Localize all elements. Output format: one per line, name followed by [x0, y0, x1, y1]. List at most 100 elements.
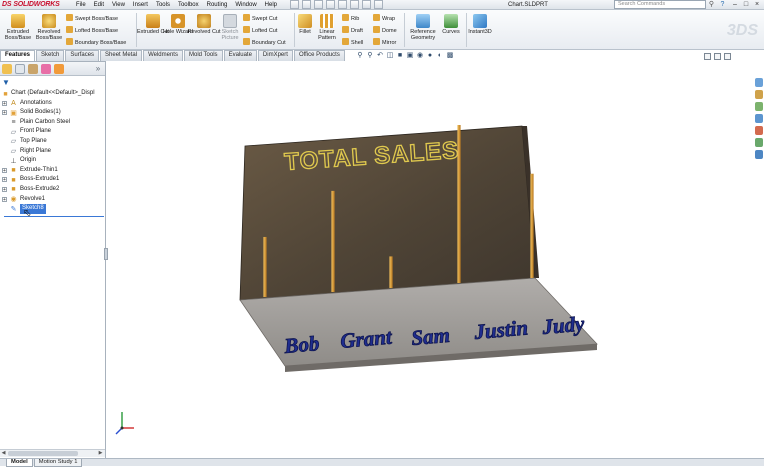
feature-manager-tree-icon[interactable]: [2, 64, 12, 74]
tab-office-products[interactable]: Office Products: [293, 50, 345, 61]
tab-features[interactable]: Features: [0, 50, 36, 61]
tree-item-origin[interactable]: ⊥ Origin: [0, 156, 105, 166]
solidworks-logo[interactable]: DS SOLIDWORKS: [2, 1, 60, 9]
linear-pattern-button[interactable]: Linear Pattern: [313, 12, 341, 41]
select-icon[interactable]: [350, 0, 359, 9]
tab-sketch[interactable]: Sketch: [36, 50, 65, 61]
rebuild-icon[interactable]: [362, 0, 371, 9]
shell-button[interactable]: Shell: [342, 38, 363, 47]
search-icon[interactable]: ⚲: [707, 0, 716, 9]
tree-root[interactable]: ■ Chart (Default<<Default>_Displ: [0, 89, 105, 99]
doc-close-icon[interactable]: [724, 53, 731, 60]
new-document-icon[interactable]: [290, 0, 299, 9]
tree-item-boss-extrude1[interactable]: + ■ Boss-Extrude1: [0, 175, 105, 185]
display-style-icon[interactable]: ▣: [406, 52, 414, 60]
minimize-icon[interactable]: –: [730, 0, 740, 9]
tab-mold-tools[interactable]: Mold Tools: [183, 50, 223, 61]
boundary-cut-button[interactable]: Boundary Cut: [243, 38, 286, 47]
tree-item-annotations[interactable]: + A Annotations: [0, 99, 105, 109]
scroll-right-icon[interactable]: ▶: [97, 450, 104, 457]
expand-icon[interactable]: +: [2, 196, 7, 202]
tab-weldments[interactable]: Weldments: [143, 50, 183, 61]
display-manager-icon[interactable]: [54, 64, 64, 74]
zoom-to-area-icon[interactable]: ⚲: [366, 52, 374, 60]
boundary-boss-button[interactable]: Boundary Boss/Base: [66, 38, 126, 47]
print-icon[interactable]: [326, 0, 335, 9]
maximize-icon[interactable]: □: [741, 0, 751, 9]
filter-icon[interactable]: ▼: [2, 78, 10, 87]
extruded-boss-button[interactable]: Extruded Boss/Base: [1, 12, 35, 41]
menu-toolbox[interactable]: Toolbox: [174, 1, 203, 9]
appearances-icon[interactable]: [755, 126, 763, 135]
rollback-bar[interactable]: [4, 216, 104, 217]
custom-properties-icon[interactable]: [755, 138, 763, 147]
reference-geometry-button[interactable]: Reference Geometry: [406, 12, 440, 41]
menu-routing[interactable]: Routing: [203, 1, 232, 9]
rib-button[interactable]: Rib: [342, 14, 359, 23]
tree-item-top-plane[interactable]: ▱ Top Plane: [0, 137, 105, 147]
tree-item-front-plane[interactable]: ▱ Front Plane: [0, 127, 105, 137]
doc-minimize-icon[interactable]: [704, 53, 711, 60]
scroll-left-icon[interactable]: ◀: [0, 450, 7, 457]
section-view-icon[interactable]: ◫: [386, 52, 394, 60]
resources-icon[interactable]: [755, 78, 763, 87]
tab-sheet-metal[interactable]: Sheet Metal: [100, 50, 143, 61]
tree-item-solid-bodies[interactable]: + ▣ Solid Bodies(1): [0, 108, 105, 118]
solidworks-forum-icon[interactable]: [755, 150, 763, 159]
swept-boss-button[interactable]: Swept Boss/Base: [66, 14, 118, 23]
revolved-boss-button[interactable]: Revolved Boss/Base: [32, 12, 66, 41]
view-settings-icon[interactable]: ▩: [446, 52, 454, 60]
instant3d-button[interactable]: Instant3D: [464, 12, 496, 35]
undo-icon[interactable]: [338, 0, 347, 9]
save-icon[interactable]: [314, 0, 323, 9]
tree-item-sketch8[interactable]: ✎ Sketch8: [0, 204, 105, 214]
expand-icon[interactable]: +: [2, 167, 7, 173]
open-document-icon[interactable]: [302, 0, 311, 9]
menu-view[interactable]: View: [108, 1, 129, 9]
curves-button[interactable]: Curves: [437, 12, 465, 35]
dimxpert-manager-icon[interactable]: [41, 64, 51, 74]
menu-tools[interactable]: Tools: [152, 1, 174, 9]
mirror-button[interactable]: Mirror: [373, 38, 396, 47]
help-icon[interactable]: ?: [718, 0, 727, 9]
tab-surfaces[interactable]: Surfaces: [65, 50, 100, 61]
property-manager-icon[interactable]: [15, 64, 25, 74]
expand-icon[interactable]: +: [2, 100, 7, 106]
previous-view-icon[interactable]: ↶: [376, 52, 384, 60]
menu-window[interactable]: Window: [231, 1, 260, 9]
graphics-area[interactable]: TOTAL SALES Bob Grant Sam Justin Judy: [107, 62, 755, 458]
menu-help[interactable]: Help: [261, 1, 281, 9]
draft-button[interactable]: Draft: [342, 26, 363, 35]
expand-icon[interactable]: +: [2, 186, 7, 192]
tree-item-right-plane[interactable]: ▱ Right Plane: [0, 147, 105, 157]
expand-icon[interactable]: +: [2, 110, 7, 116]
chevron-right-icon[interactable]: »: [93, 64, 103, 74]
view-palette-icon[interactable]: [755, 114, 763, 123]
menu-edit[interactable]: Edit: [90, 1, 108, 9]
apply-scene-icon[interactable]: ◐: [436, 52, 444, 60]
edit-appearance-icon[interactable]: ●: [426, 52, 434, 60]
hide-show-items-icon[interactable]: ◉: [416, 52, 424, 60]
tab-dimxpert[interactable]: DimXpert: [257, 50, 293, 61]
dome-button[interactable]: Dome: [373, 26, 397, 35]
view-orientation-icon[interactable]: ■: [396, 52, 404, 60]
search-commands-input[interactable]: Search Commands: [614, 0, 706, 9]
menu-file[interactable]: File: [72, 1, 90, 9]
file-explorer-icon[interactable]: [755, 102, 763, 111]
tab-evaluate[interactable]: Evaluate: [223, 50, 257, 61]
lofted-boss-button[interactable]: Lofted Boss/Base: [66, 26, 118, 35]
tree-item-boss-extrude2[interactable]: + ■ Boss-Extrude2: [0, 185, 105, 195]
menu-insert[interactable]: Insert: [129, 1, 152, 9]
expand-icon[interactable]: +: [2, 177, 7, 183]
design-library-icon[interactable]: [755, 90, 763, 99]
swept-cut-button[interactable]: Swept Cut: [243, 14, 277, 23]
sketch-picture-button[interactable]: Sketch Picture: [213, 12, 247, 41]
scroll-thumb[interactable]: [8, 451, 78, 456]
tree-item-revolve1[interactable]: + ◉ Revolve1: [0, 195, 105, 205]
options-icon[interactable]: [374, 0, 383, 9]
tree-item-material[interactable]: ≡ Plain Carbon Steel: [0, 118, 105, 128]
close-icon[interactable]: ×: [752, 0, 762, 9]
configuration-manager-icon[interactable]: [28, 64, 38, 74]
lofted-cut-button[interactable]: Lofted Cut: [243, 26, 277, 35]
zoom-to-fit-icon[interactable]: ⚲: [356, 52, 364, 60]
